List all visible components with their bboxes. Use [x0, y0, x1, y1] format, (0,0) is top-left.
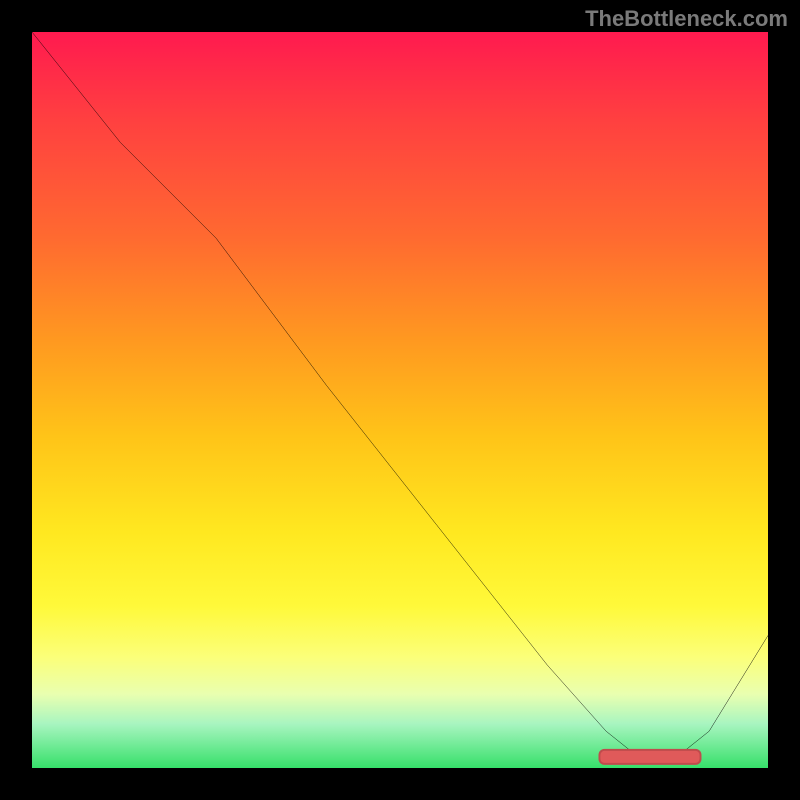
chart-gradient-area [32, 32, 768, 768]
line-chart-svg [32, 32, 768, 768]
curve-path [32, 32, 768, 761]
watermark-text: TheBottleneck.com [585, 6, 788, 32]
highlight-marker [599, 749, 702, 765]
